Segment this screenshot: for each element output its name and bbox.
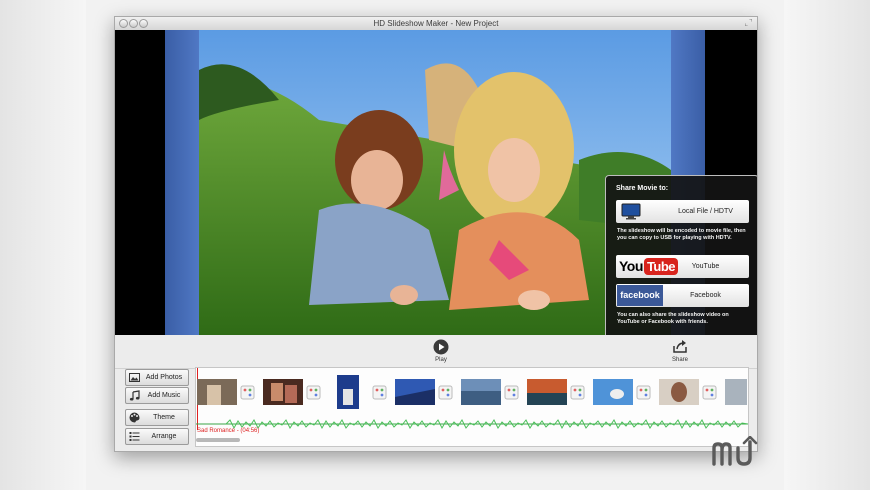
palette-icon xyxy=(129,412,140,423)
youtube-logo-you: You xyxy=(619,258,643,274)
theme-button[interactable]: Theme xyxy=(125,409,189,426)
local-file-hdtv-button[interactable]: Local File / HDTV xyxy=(616,200,749,223)
transition-icon[interactable] xyxy=(636,385,651,400)
timeline-thumbnail[interactable] xyxy=(197,379,237,405)
music-track-label: Sad Romance - (04:56) xyxy=(197,428,260,434)
timeline[interactable]: Sad Romance - (04:56) xyxy=(195,367,749,447)
timeline-thumbnail[interactable] xyxy=(461,379,501,405)
macupdate-logo-icon xyxy=(712,436,758,466)
timeline-thumbnail[interactable] xyxy=(527,379,567,405)
transition-icon[interactable] xyxy=(438,385,453,400)
share-heading: Share Movie to: xyxy=(616,185,669,192)
timeline-thumbnail[interactable] xyxy=(593,379,633,405)
share-icon[interactable] xyxy=(672,338,688,354)
slideshow-preview: Share Movie to: Local File / HDTV The sl… xyxy=(115,30,757,335)
transition-icon[interactable] xyxy=(372,385,387,400)
timeline-scrollbar[interactable] xyxy=(196,438,240,442)
photo-icon xyxy=(129,373,140,382)
theme-label: Theme xyxy=(153,414,175,421)
background-left xyxy=(0,0,86,490)
play-icon[interactable] xyxy=(433,339,449,355)
share-movie-popover: Share Movie to: Local File / HDTV The sl… xyxy=(605,175,757,335)
app-window: HD Slideshow Maker - New Project Share M… xyxy=(114,16,758,452)
timeline-thumbnail[interactable] xyxy=(725,379,747,405)
add-photos-button[interactable]: Add Photos xyxy=(125,369,189,386)
title-bar: HD Slideshow Maker - New Project xyxy=(115,17,757,31)
facebook-share-button[interactable]: facebook Facebook xyxy=(616,284,749,307)
local-file-note: The slideshow will be encoded to movie f… xyxy=(617,228,746,241)
tv-icon xyxy=(621,203,641,220)
youtube-share-button[interactable]: You Tube YouTube xyxy=(616,255,749,278)
transition-icon[interactable] xyxy=(240,385,255,400)
playback-toolbar: Play Share xyxy=(115,335,757,369)
transition-icon[interactable] xyxy=(306,385,321,400)
timeline-thumbnail[interactable] xyxy=(395,379,435,405)
list-icon xyxy=(129,432,140,441)
social-share-note: You can also share the slideshow video o… xyxy=(617,312,729,325)
transition-icon[interactable] xyxy=(504,385,519,400)
timeline-thumbnail[interactable] xyxy=(337,375,359,409)
timeline-thumbnail[interactable] xyxy=(263,379,303,405)
share-label: Share xyxy=(671,357,688,363)
music-note-icon xyxy=(129,390,140,401)
add-music-label: Add Music xyxy=(147,392,181,399)
transition-icon[interactable] xyxy=(702,385,717,400)
window-title: HD Slideshow Maker - New Project xyxy=(373,19,499,28)
facebook-label: Facebook xyxy=(690,292,721,299)
preview-side-bar-left xyxy=(165,30,199,335)
timeline-thumbnail[interactable] xyxy=(659,379,699,405)
add-music-button[interactable]: Add Music xyxy=(125,387,189,404)
arrange-label: Arrange xyxy=(151,433,177,440)
arrange-button[interactable]: Arrange xyxy=(125,428,189,445)
youtube-label: YouTube xyxy=(691,263,720,270)
facebook-logo-icon: facebook xyxy=(617,285,663,306)
transition-icon[interactable] xyxy=(570,385,585,400)
add-photos-label: Add Photos xyxy=(145,374,183,381)
fullscreen-icon[interactable] xyxy=(745,19,752,26)
preview-photo xyxy=(199,30,671,335)
play-label: Play xyxy=(435,357,447,363)
local-file-label: Local File / HDTV xyxy=(678,208,733,215)
audio-waveform[interactable] xyxy=(196,418,748,430)
background-right xyxy=(784,0,870,490)
